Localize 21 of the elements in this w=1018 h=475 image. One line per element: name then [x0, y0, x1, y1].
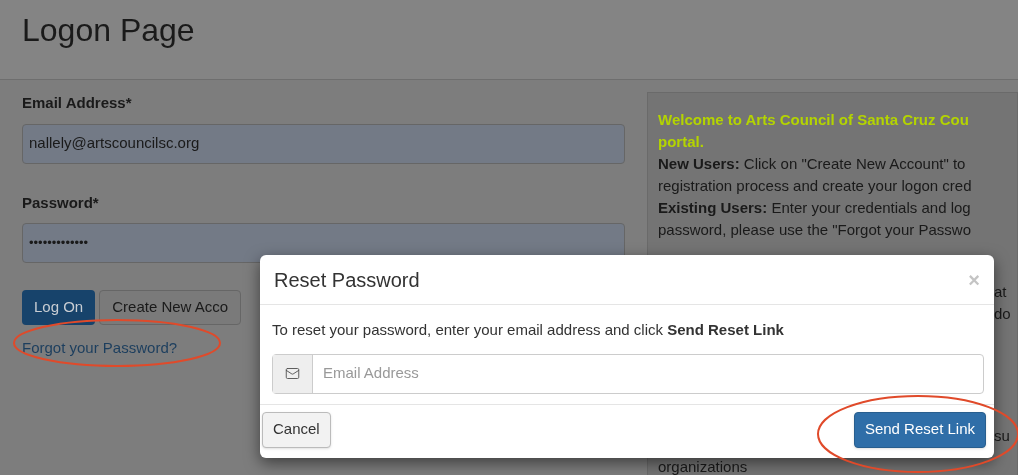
- email-field[interactable]: nallely@artscouncilsc.org: [22, 123, 625, 164]
- info-text: organizations: [658, 458, 748, 475]
- cancel-button[interactable]: Cancel: [262, 411, 331, 448]
- envelope-icon: [285, 366, 300, 381]
- info-text: password, please use the "Forgot your Passwo: [658, 221, 971, 238]
- create-account-button[interactable]: Create New Acco: [99, 290, 242, 325]
- info-text: New Users: Click on "Create New Account" to: [658, 155, 966, 172]
- send-reset-link-button[interactable]: Send Reset Link: [853, 411, 986, 448]
- info-text: registration process and create your logon cred: [658, 177, 972, 194]
- info-text: at: [994, 283, 1007, 300]
- info-text: Existing Users: Enter your credentials and log: [658, 199, 971, 216]
- instructions-text: To reset your password, enter your email address and click Send Reset Link: [272, 320, 785, 340]
- log-on-button[interactable]: Log On: [22, 290, 96, 325]
- field-label: Email Address*: [22, 93, 132, 113]
- info-text: do: [994, 305, 1011, 322]
- page-title: Logon Page: [22, 11, 195, 50]
- welcome-heading: Welcome to Arts Council of Santa Cruz Cou: [658, 111, 969, 128]
- welcome-heading: portal.: [658, 133, 704, 150]
- info-text: su: [994, 427, 1010, 444]
- field-label: Password*: [22, 192, 99, 213]
- dialog-title: Reset Password: [274, 267, 420, 293]
